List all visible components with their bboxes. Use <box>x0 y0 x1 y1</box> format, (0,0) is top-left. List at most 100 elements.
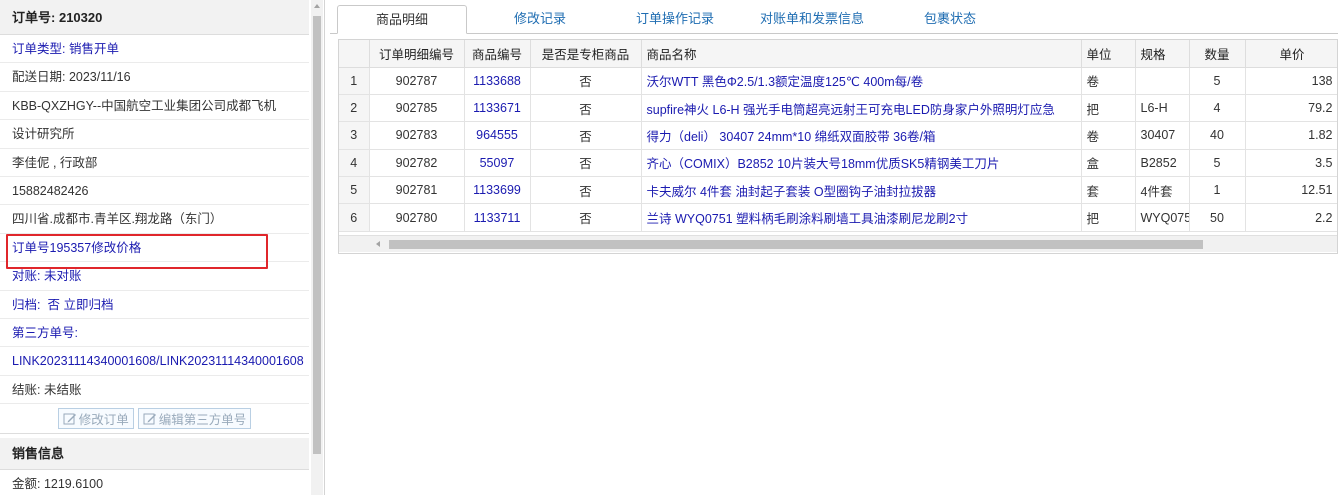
column-header-unit[interactable]: 单位 <box>1081 40 1136 68</box>
cell-spec: 4件套 <box>1135 176 1190 205</box>
order-number-value: 210320 <box>58 10 103 25</box>
detail-tabs: 商品明细 修改记录 订单操作记录 对账单和发票信息 包裹状态 <box>330 0 1338 34</box>
column-header-counter-product[interactable]: 是否是专柜商品 <box>530 40 642 68</box>
cell-counter-product: 否 <box>530 176 642 205</box>
table-row[interactable]: 1 902787 1133688 否沃尔WTT 黑色Φ2.5/1.3额定温度125℃ … <box>339 67 1337 95</box>
row-number: 5 <box>339 176 370 205</box>
tab-product-details[interactable]: 商品明细 <box>337 5 467 34</box>
cell-product-name-link[interactable]: 得力（deli） 30407 24mm*10 绵纸双面胶带 36卷/箱 <box>641 121 1082 150</box>
cell-unit-price: 1.82 <box>1245 121 1337 150</box>
sales-amount: 金额: 1219.6100 <box>0 470 309 495</box>
sales-info-header: 销售信息 <box>0 438 309 471</box>
cell-detail-id: 902781 <box>369 176 465 205</box>
cell-detail-id: 902782 <box>369 149 465 178</box>
cell-sku-link[interactable]: 1133688 <box>464 67 531 95</box>
scrollbar-thumb[interactable] <box>313 16 321 454</box>
archive-status-row: 归档: 否 立即归档 <box>0 291 309 319</box>
cell-detail-id: 902783 <box>369 121 465 150</box>
product-detail-grid: 订单明细编号 商品编号 是否是专柜商品 商品名称 单位 规格 数量 单价 1 90… <box>338 39 1338 254</box>
cell-spec: L6-H <box>1135 94 1190 123</box>
row-number: 6 <box>339 203 370 232</box>
tab-order-operation-records[interactable]: 订单操作记录 <box>620 5 730 34</box>
archive-value: 否 <box>47 297 60 312</box>
cell-unit-price: 79.2 <box>1245 94 1337 123</box>
cell-unit-price: 12.51 <box>1245 176 1337 205</box>
cell-sku-link[interactable]: 1133671 <box>464 94 531 123</box>
order-number-header: 订单号: 210320 <box>0 0 309 35</box>
table-row[interactable]: 6 902780 1133711 否兰诗 WYQ0751 塑料柄毛刷涂料刷墙工具油漆刷… <box>339 203 1337 232</box>
table-row[interactable]: 2 902785 1133671 否 supfire神火 L6-H 强光手电筒超亮远射王… <box>339 94 1337 123</box>
horizontal-scrollbar-thumb[interactable] <box>389 240 1203 249</box>
cell-counter-product: 否 <box>530 203 642 232</box>
order-type-row: 订单类型: 销售开单 <box>0 35 309 64</box>
modify-order-button[interactable]: 修改订单 <box>57 408 134 430</box>
product-table: 订单明细编号 商品编号 是否是专柜商品 商品名称 单位 规格 数量 单价 1 90… <box>339 40 1337 232</box>
delivery-date: 配送日期: 2023/11/16 <box>0 63 309 92</box>
third-party-number-label: 第三方单号: <box>0 319 309 348</box>
cell-detail-id: 902780 <box>369 203 465 232</box>
row-number: 3 <box>339 121 370 150</box>
left-panel-scrollbar[interactable] <box>311 0 323 495</box>
cell-sku-link[interactable]: 964555 <box>464 121 531 150</box>
cell-product-name-link[interactable]: 兰诗 WYQ0751 塑料柄毛刷涂料刷墙工具油漆刷尼龙刷2寸 <box>641 203 1082 232</box>
modify-order-label: 修改订单 <box>78 413 129 428</box>
column-header-sku[interactable]: 商品编号 <box>464 40 531 68</box>
row-number: 4 <box>339 149 370 178</box>
tab-package-status[interactable]: 包裹状态 <box>900 5 1000 34</box>
cell-quantity: 5 <box>1189 149 1246 178</box>
scroll-left-icon[interactable] <box>376 241 380 247</box>
order-info-content: 订单号: 210320 订单类型: 销售开单 配送日期: 2023/11/16 … <box>0 0 309 495</box>
cell-unit: 把 <box>1081 94 1136 123</box>
table-row[interactable]: 5 902781 1133699 否卡夫威尔 4件套 油封起子套装 O型圈钩子油封拉拔… <box>339 176 1337 205</box>
cell-counter-product: 否 <box>530 67 642 95</box>
cell-product-name-link[interactable]: supfire神火 L6-H 强光手电筒超亮远射王可充电LED防身家户外照明灯应… <box>641 94 1082 123</box>
cell-unit-price: 138 <box>1245 67 1337 95</box>
column-header-product-name[interactable]: 商品名称 <box>641 40 1082 68</box>
reconcile-value: 未对账 <box>43 269 82 284</box>
cell-counter-product: 否 <box>530 94 642 123</box>
cell-unit: 盒 <box>1081 149 1136 178</box>
cell-detail-id: 902785 <box>369 94 465 123</box>
delivery-address: 四川省.成都市.青羊区.翔龙路（东门） <box>0 205 309 234</box>
order-info-panel: 订单号: 210320 订单类型: 销售开单 配送日期: 2023/11/16 … <box>0 0 325 495</box>
cell-sku-link[interactable]: 1133699 <box>464 176 531 205</box>
edit-third-party-number-button[interactable]: 编辑第三方单号 <box>137 408 252 430</box>
company-name-line1: KBB-QXZHGY--中国航空工业集团公司成都飞机 <box>0 92 309 121</box>
scroll-up-icon[interactable] <box>314 4 320 8</box>
order-type-value: 销售开单 <box>68 42 119 56</box>
cell-unit: 卷 <box>1081 67 1136 95</box>
grid-horizontal-scrollbar[interactable] <box>339 235 1337 252</box>
cell-sku-link[interactable]: 55097 <box>464 149 531 178</box>
column-header-detail-id[interactable]: 订单明细编号 <box>369 40 465 68</box>
order-number-label: 订单号: <box>12 10 56 25</box>
cell-spec: 30407 <box>1135 121 1190 150</box>
cell-sku-link[interactable]: 1133711 <box>464 203 531 232</box>
table-row[interactable]: 4 902782 55097 否齐心（COMIX）B2852 10片装大号18mm优质… <box>339 149 1337 178</box>
edit-icon <box>63 413 76 425</box>
cell-quantity: 40 <box>1189 121 1246 150</box>
column-header-quantity[interactable]: 数量 <box>1189 40 1246 68</box>
column-header-row-number <box>339 40 370 68</box>
price-change-note-link[interactable]: 订单号195357修改价格 <box>0 234 309 263</box>
column-header-unit-price[interactable]: 单价 <box>1245 40 1337 68</box>
cell-unit: 卷 <box>1081 121 1136 150</box>
cell-quantity: 1 <box>1189 176 1246 205</box>
contact-person: 李佳伲 , 行政部 <box>0 149 309 177</box>
order-detail-panel: 商品明细 修改记录 订单操作记录 对账单和发票信息 包裹状态 订单明细编号 商品… <box>330 0 1338 495</box>
cell-product-name-link[interactable]: 沃尔WTT 黑色Φ2.5/1.3额定温度125℃ 400m每/卷 <box>641 67 1082 95</box>
edit-icon <box>143 413 156 425</box>
column-header-spec[interactable]: 规格 <box>1135 40 1190 68</box>
cell-unit: 把 <box>1081 203 1136 232</box>
cell-product-name-link[interactable]: 齐心（COMIX）B2852 10片装大号18mm优质SK5精钢美工刀片 <box>641 149 1082 178</box>
tab-reconciliation-invoice[interactable]: 对账单和发票信息 <box>750 5 874 34</box>
cell-unit-price: 2.2 <box>1245 203 1337 232</box>
reconcile-label: 对账: <box>12 269 41 284</box>
table-row[interactable]: 3 902783 964555 否得力（deli） 30407 24mm*10 绵纸双… <box>339 121 1337 150</box>
cell-product-name-link[interactable]: 卡夫威尔 4件套 油封起子套装 O型圈钩子油封拉拔器 <box>641 176 1082 205</box>
tab-modify-records[interactable]: 修改记录 <box>490 5 590 34</box>
archive-now-link[interactable]: 立即归档 <box>63 298 113 312</box>
table-body: 1 902787 1133688 否沃尔WTT 黑色Φ2.5/1.3额定温度125℃ … <box>339 67 1337 232</box>
table-header-row: 订单明细编号 商品编号 是否是专柜商品 商品名称 单位 规格 数量 单价 <box>339 40 1337 68</box>
contact-phone: 15882482426 <box>0 177 309 206</box>
row-number: 2 <box>339 94 370 123</box>
